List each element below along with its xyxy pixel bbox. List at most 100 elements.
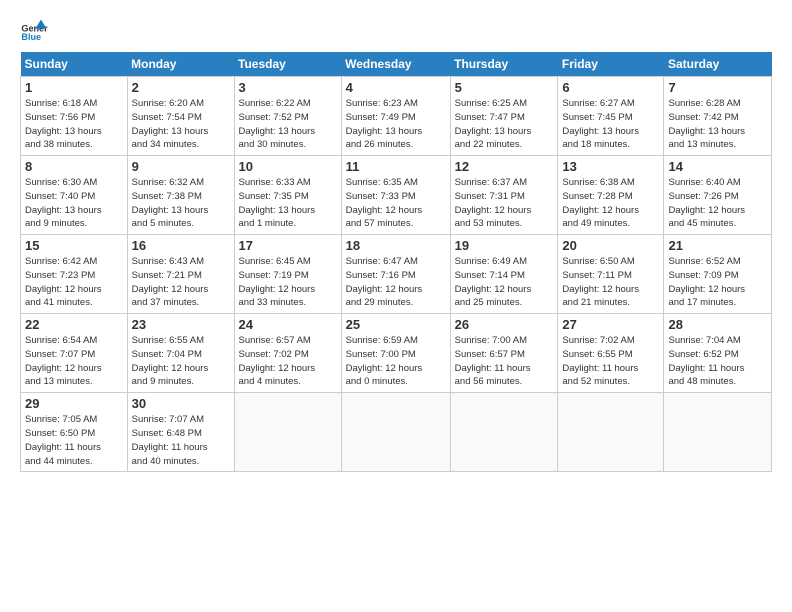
day-info: Sunrise: 6:22 AMSunset: 7:52 PMDaylight:… (239, 98, 316, 150)
table-row: 1 Sunrise: 6:18 AMSunset: 7:56 PMDaylight… (21, 77, 128, 156)
table-row: 28Sunrise: 7:04 AMSunset: 6:52 PMDayligh… (664, 314, 772, 393)
table-row: 2 Sunrise: 6:20 AMSunset: 7:54 PMDaylight… (127, 77, 234, 156)
table-row: 25 Sunrise: 6:59 AMSunset: 7:00 PMDayligh… (341, 314, 450, 393)
day-info: Sunrise: 6:33 AMSunset: 7:35 PMDaylight:… (239, 177, 316, 229)
day-info: Sunrise: 6:45 AMSunset: 7:19 PMDaylight:… (239, 256, 316, 308)
col-header-sunday: Sunday (21, 52, 128, 77)
svg-text:Blue: Blue (21, 32, 41, 42)
day-info: Sunrise: 6:18 AMSunset: 7:56 PMDaylight:… (25, 98, 102, 150)
day-info: Sunrise: 6:40 AMSunset: 7:26 PMDaylight:… (668, 177, 745, 229)
day-info: Sunrise: 6:47 AMSunset: 7:16 PMDaylight:… (346, 256, 423, 308)
day-info: Sunrise: 6:37 AMSunset: 7:31 PMDaylight:… (455, 177, 532, 229)
day-info: Sunrise: 6:38 AMSunset: 7:28 PMDaylight:… (562, 177, 639, 229)
table-row: 6 Sunrise: 6:27 AMSunset: 7:45 PMDaylight… (558, 77, 664, 156)
table-row: 20 Sunrise: 6:50 AMSunset: 7:11 PMDayligh… (558, 235, 664, 314)
table-row (558, 393, 664, 472)
day-info: Sunrise: 6:23 AMSunset: 7:49 PMDaylight:… (346, 98, 423, 150)
table-row: 23Sunrise: 6:55 AMSunset: 7:04 PMDayligh… (127, 314, 234, 393)
day-info: Sunrise: 6:54 AMSunset: 7:07 PMDaylight:… (25, 335, 102, 387)
header-row: SundayMondayTuesdayWednesdayThursdayFrid… (21, 52, 772, 77)
table-row: 3 Sunrise: 6:22 AMSunset: 7:52 PMDaylight… (234, 77, 341, 156)
table-row: 9Sunrise: 6:32 AMSunset: 7:38 PMDaylight… (127, 156, 234, 235)
day-number: 7 (668, 80, 767, 95)
day-info: Sunrise: 6:55 AMSunset: 7:04 PMDaylight:… (132, 335, 209, 387)
day-number: 17 (239, 238, 337, 253)
day-number: 29 (25, 396, 123, 411)
day-number: 25 (346, 317, 446, 332)
day-info: Sunrise: 7:07 AMSunset: 6:48 PMDaylight:… (132, 414, 208, 466)
table-row (450, 393, 558, 472)
day-number: 2 (132, 80, 230, 95)
col-header-wednesday: Wednesday (341, 52, 450, 77)
day-number: 4 (346, 80, 446, 95)
day-number: 26 (455, 317, 554, 332)
col-header-saturday: Saturday (664, 52, 772, 77)
week-row-4: 29 Sunrise: 7:05 AMSunset: 6:50 PMDayligh… (21, 393, 772, 472)
main-container: General Blue SundayMondayTuesdayWednesda… (0, 0, 792, 482)
day-info: Sunrise: 6:35 AMSunset: 7:33 PMDaylight:… (346, 177, 423, 229)
week-row-2: 15 Sunrise: 6:42 AMSunset: 7:23 PMDayligh… (21, 235, 772, 314)
day-number: 3 (239, 80, 337, 95)
day-number: 12 (455, 159, 554, 174)
week-row-0: 1 Sunrise: 6:18 AMSunset: 7:56 PMDaylight… (21, 77, 772, 156)
logo-icon: General Blue (20, 16, 48, 44)
day-info: Sunrise: 7:02 AMSunset: 6:55 PMDaylight:… (562, 335, 638, 387)
table-row (664, 393, 772, 472)
table-row: 18 Sunrise: 6:47 AMSunset: 7:16 PMDayligh… (341, 235, 450, 314)
day-number: 13 (562, 159, 659, 174)
table-row: 26 Sunrise: 7:00 AMSunset: 6:57 PMDayligh… (450, 314, 558, 393)
table-row: 16 Sunrise: 6:43 AMSunset: 7:21 PMDayligh… (127, 235, 234, 314)
table-row: 8Sunrise: 6:30 AMSunset: 7:40 PMDaylight… (21, 156, 128, 235)
table-row: 10 Sunrise: 6:33 AMSunset: 7:35 PMDayligh… (234, 156, 341, 235)
day-number: 15 (25, 238, 123, 253)
calendar-table: SundayMondayTuesdayWednesdayThursdayFrid… (20, 52, 772, 472)
day-info: Sunrise: 7:05 AMSunset: 6:50 PMDaylight:… (25, 414, 101, 466)
table-row: 15 Sunrise: 6:42 AMSunset: 7:23 PMDayligh… (21, 235, 128, 314)
day-info: Sunrise: 6:50 AMSunset: 7:11 PMDaylight:… (562, 256, 639, 308)
table-row: 5Sunrise: 6:25 AMSunset: 7:47 PMDaylight… (450, 77, 558, 156)
day-number: 28 (668, 317, 767, 332)
week-row-3: 22 Sunrise: 6:54 AMSunset: 7:07 PMDayligh… (21, 314, 772, 393)
day-number: 9 (132, 159, 230, 174)
header: General Blue (20, 16, 772, 44)
day-info: Sunrise: 6:27 AMSunset: 7:45 PMDaylight:… (562, 98, 639, 150)
col-header-tuesday: Tuesday (234, 52, 341, 77)
table-row: 11 Sunrise: 6:35 AMSunset: 7:33 PMDayligh… (341, 156, 450, 235)
table-row: 4 Sunrise: 6:23 AMSunset: 7:49 PMDaylight… (341, 77, 450, 156)
day-number: 22 (25, 317, 123, 332)
table-row (341, 393, 450, 472)
table-row: 24 Sunrise: 6:57 AMSunset: 7:02 PMDayligh… (234, 314, 341, 393)
day-info: Sunrise: 6:52 AMSunset: 7:09 PMDaylight:… (668, 256, 745, 308)
day-number: 30 (132, 396, 230, 411)
table-row: 13 Sunrise: 6:38 AMSunset: 7:28 PMDayligh… (558, 156, 664, 235)
day-number: 20 (562, 238, 659, 253)
day-number: 11 (346, 159, 446, 174)
day-number: 6 (562, 80, 659, 95)
day-number: 24 (239, 317, 337, 332)
day-number: 10 (239, 159, 337, 174)
day-number: 1 (25, 80, 123, 95)
day-number: 5 (455, 80, 554, 95)
day-info: Sunrise: 6:57 AMSunset: 7:02 PMDaylight:… (239, 335, 316, 387)
day-number: 19 (455, 238, 554, 253)
day-number: 18 (346, 238, 446, 253)
day-info: Sunrise: 6:59 AMSunset: 7:00 PMDaylight:… (346, 335, 423, 387)
day-info: Sunrise: 7:00 AMSunset: 6:57 PMDaylight:… (455, 335, 531, 387)
week-row-1: 8Sunrise: 6:30 AMSunset: 7:40 PMDaylight… (21, 156, 772, 235)
table-row: 12 Sunrise: 6:37 AMSunset: 7:31 PMDayligh… (450, 156, 558, 235)
col-header-friday: Friday (558, 52, 664, 77)
day-number: 21 (668, 238, 767, 253)
day-info: Sunrise: 6:43 AMSunset: 7:21 PMDaylight:… (132, 256, 209, 308)
table-row: 7Sunrise: 6:28 AMSunset: 7:42 PMDaylight… (664, 77, 772, 156)
table-row: 22 Sunrise: 6:54 AMSunset: 7:07 PMDayligh… (21, 314, 128, 393)
table-row: 19Sunrise: 6:49 AMSunset: 7:14 PMDayligh… (450, 235, 558, 314)
col-header-thursday: Thursday (450, 52, 558, 77)
table-row: 21 Sunrise: 6:52 AMSunset: 7:09 PMDayligh… (664, 235, 772, 314)
day-info: Sunrise: 6:30 AMSunset: 7:40 PMDaylight:… (25, 177, 102, 229)
logo: General Blue (20, 16, 52, 44)
day-number: 16 (132, 238, 230, 253)
table-row: 27Sunrise: 7:02 AMSunset: 6:55 PMDayligh… (558, 314, 664, 393)
day-info: Sunrise: 6:20 AMSunset: 7:54 PMDaylight:… (132, 98, 209, 150)
table-row: 29 Sunrise: 7:05 AMSunset: 6:50 PMDayligh… (21, 393, 128, 472)
day-info: Sunrise: 6:42 AMSunset: 7:23 PMDaylight:… (25, 256, 102, 308)
